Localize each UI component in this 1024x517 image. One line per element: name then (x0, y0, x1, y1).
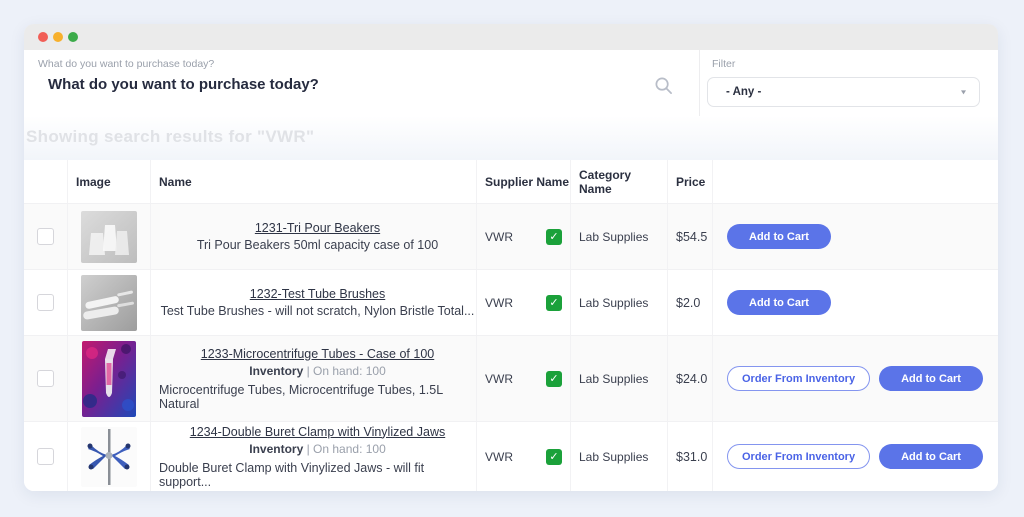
add-to-cart-button[interactable]: Add to Cart (727, 224, 831, 249)
search-field-area: What do you want to purchase today? (24, 50, 700, 116)
price-value: $24.0 (667, 336, 712, 421)
results-heading-strip: Showing search results for "VWR" (24, 116, 998, 160)
header-price: Price (667, 160, 712, 203)
table-row: 1231-Tri Pour Beakers Tri Pour Beakers 5… (24, 203, 998, 269)
search-input[interactable] (48, 76, 648, 93)
add-to-cart-button[interactable]: Add to Cart (879, 444, 983, 469)
product-image-microcentrifuge-tube (82, 341, 136, 417)
chevron-down-icon: ▾ (961, 88, 966, 97)
price-value: $2.0 (667, 270, 712, 335)
search-field-label: What do you want to purchase today? (38, 58, 214, 70)
product-description: Tri Pour Beakers 50ml capacity case of 1… (197, 238, 438, 252)
close-window-icon[interactable] (38, 32, 48, 42)
category-name: Lab Supplies (570, 270, 667, 335)
verified-check-icon[interactable]: ✓ (546, 229, 562, 245)
verified-check-icon[interactable]: ✓ (546, 449, 562, 465)
header-name: Name (150, 160, 476, 203)
table-row: 1232-Test Tube Brushes Test Tube Brushes… (24, 269, 998, 335)
header-supplier: Supplier Name (476, 160, 570, 203)
row-checkbox[interactable] (37, 370, 54, 387)
price-value: $54.5 (667, 204, 712, 269)
inventory-line: Inventory | On hand: 100 (249, 364, 386, 378)
verified-check-icon[interactable]: ✓ (546, 371, 562, 387)
product-image-buret-clamp (81, 427, 137, 487)
inventory-label: Inventory (249, 442, 303, 456)
search-bar: What do you want to purchase today? Filt… (24, 50, 998, 116)
minimize-window-icon[interactable] (53, 32, 63, 42)
maximize-window-icon[interactable] (68, 32, 78, 42)
results-heading: Showing search results for "VWR" (26, 127, 314, 147)
product-description: Double Buret Clamp with Vinylized Jaws -… (159, 461, 476, 489)
verified-check-icon[interactable]: ✓ (546, 295, 562, 311)
window-titlebar (24, 24, 998, 50)
category-name: Lab Supplies (570, 336, 667, 421)
product-link[interactable]: 1233-Microcentrifuge Tubes - Case of 100 (201, 347, 434, 361)
search-icon[interactable] (654, 76, 673, 95)
supplier-name: VWR (485, 230, 513, 244)
product-link[interactable]: 1234-Double Buret Clamp with Vinylized J… (190, 425, 445, 439)
category-name: Lab Supplies (570, 422, 667, 491)
inventory-line: Inventory | On hand: 100 (249, 442, 386, 456)
row-checkbox[interactable] (37, 448, 54, 465)
header-category: Category Name (570, 160, 667, 203)
product-link[interactable]: 1231-Tri Pour Beakers (255, 221, 380, 235)
header-image: Image (67, 160, 150, 203)
header-actions-spacer (712, 160, 998, 203)
product-image-brushes (81, 275, 137, 331)
filter-selected-value: - Any - (726, 86, 761, 98)
add-to-cart-button[interactable]: Add to Cart (727, 290, 831, 315)
product-image-beakers (81, 211, 137, 263)
order-from-inventory-button[interactable]: Order From Inventory (727, 366, 870, 391)
table-row: 1233-Microcentrifuge Tubes - Case of 100… (24, 335, 998, 421)
inventory-detail: | On hand: 100 (303, 364, 386, 378)
product-description: Test Tube Brushes - will not scratch, Ny… (161, 304, 475, 318)
category-name: Lab Supplies (570, 204, 667, 269)
results-table: Image Name Supplier Name Category Name P… (24, 160, 998, 491)
inventory-label: Inventory (249, 364, 303, 378)
add-to-cart-button[interactable]: Add to Cart (879, 366, 983, 391)
price-value: $31.0 (667, 422, 712, 491)
filter-label: Filter (712, 58, 735, 70)
app-window: What do you want to purchase today? Filt… (24, 24, 998, 491)
product-link[interactable]: 1232-Test Tube Brushes (250, 287, 386, 301)
table-header-row: Image Name Supplier Name Category Name P… (24, 160, 998, 203)
filter-select[interactable]: - Any - ▾ (707, 77, 980, 107)
product-description: Microcentrifuge Tubes, Microcentrifuge T… (159, 383, 476, 411)
inventory-detail: | On hand: 100 (303, 442, 386, 456)
order-from-inventory-button[interactable]: Order From Inventory (727, 444, 870, 469)
header-checkbox-spacer (24, 160, 67, 203)
supplier-name: VWR (485, 450, 513, 464)
filter-area: Filter - Any - ▾ (700, 50, 998, 116)
row-checkbox[interactable] (37, 294, 54, 311)
table-row: 1234-Double Buret Clamp with Vinylized J… (24, 421, 998, 491)
row-checkbox[interactable] (37, 228, 54, 245)
supplier-name: VWR (485, 372, 513, 386)
supplier-name: VWR (485, 296, 513, 310)
